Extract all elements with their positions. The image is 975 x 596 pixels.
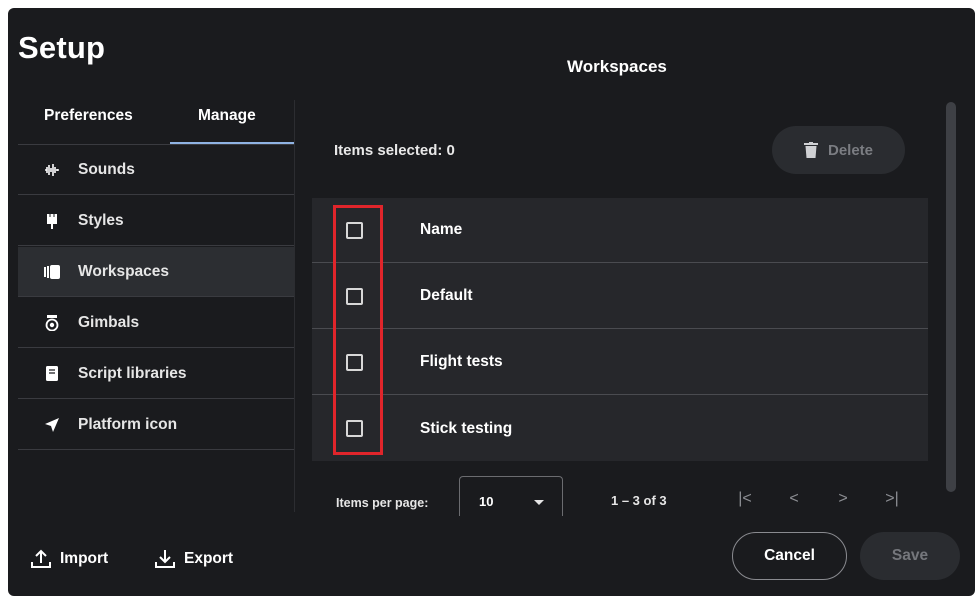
tab-manage[interactable]: Manage xyxy=(198,107,256,125)
tab-preferences[interactable]: Preferences xyxy=(44,107,133,125)
column-header-name[interactable]: Name xyxy=(420,221,462,239)
last-page-button[interactable]: >| xyxy=(882,489,902,509)
items-per-page-select[interactable] xyxy=(459,476,563,516)
row-name: Stick testing xyxy=(420,419,513,437)
delete-label: Delete xyxy=(827,141,874,159)
items-per-page-value: 10 xyxy=(479,494,494,509)
sidebar-item-gimbals[interactable]: Gimbals xyxy=(18,298,294,348)
checkbox-highlight-box xyxy=(333,205,383,455)
import-button[interactable]: Import xyxy=(30,549,108,569)
table-row[interactable]: Default xyxy=(312,264,928,329)
sidebar-item-sounds[interactable]: Sounds xyxy=(18,145,294,195)
sidebar-item-label: Sounds xyxy=(78,160,135,178)
export-button[interactable]: Export xyxy=(154,549,233,569)
download-icon xyxy=(155,550,175,568)
sound-wave-icon xyxy=(44,162,60,178)
trash-icon xyxy=(803,142,818,158)
book-icon xyxy=(44,366,60,382)
sidebar-item-workspaces[interactable]: Workspaces xyxy=(18,247,294,297)
export-label: Export xyxy=(184,550,234,567)
sidebar-item-label: Script libraries xyxy=(78,364,187,382)
row-name: Flight tests xyxy=(420,353,503,370)
sidebar-item-label: Platform icon xyxy=(78,415,178,433)
sidebar-divider xyxy=(294,100,295,512)
delete-button[interactable]: Delete xyxy=(772,126,905,174)
navigation-arrow-icon xyxy=(44,417,60,433)
sidebar-item-script-libraries[interactable]: Script libraries xyxy=(18,349,294,399)
table-header-row: Name xyxy=(312,198,928,263)
dialog-title: Setup xyxy=(18,30,106,65)
chevron-down-icon xyxy=(534,500,544,505)
workspace-icon xyxy=(44,264,60,280)
workspaces-table: Name Default Flight tests Stick testing xyxy=(312,198,928,461)
sidebar-item-label: Workspaces xyxy=(78,262,170,280)
previous-page-button[interactable]: < xyxy=(784,489,804,509)
first-page-button[interactable]: |< xyxy=(735,489,755,509)
next-page-button[interactable]: > xyxy=(833,489,853,509)
table-row[interactable]: Flight tests xyxy=(312,330,928,395)
sidebar-item-label: Gimbals xyxy=(78,313,140,331)
gimbal-icon xyxy=(44,314,60,331)
sidebar-item-label: Styles xyxy=(78,211,124,229)
import-label: Import xyxy=(60,550,109,567)
items-per-page-label: Items per page: xyxy=(336,496,429,510)
items-selected-count: Items selected: 0 xyxy=(334,142,455,159)
scrollbar[interactable] xyxy=(946,102,956,492)
table-row[interactable]: Stick testing xyxy=(312,396,928,461)
upload-icon xyxy=(31,549,51,568)
sidebar-item-platform-icon[interactable]: Platform icon xyxy=(18,400,294,450)
sidebar-item-styles[interactable]: Styles xyxy=(18,196,294,246)
save-button[interactable]: Save xyxy=(860,532,960,580)
page-heading: Workspaces xyxy=(567,57,667,76)
row-name: Default xyxy=(420,287,473,304)
brush-icon xyxy=(44,213,60,229)
cancel-button[interactable]: Cancel xyxy=(732,532,847,580)
pagination-range: 1 – 3 of 3 xyxy=(611,493,667,508)
